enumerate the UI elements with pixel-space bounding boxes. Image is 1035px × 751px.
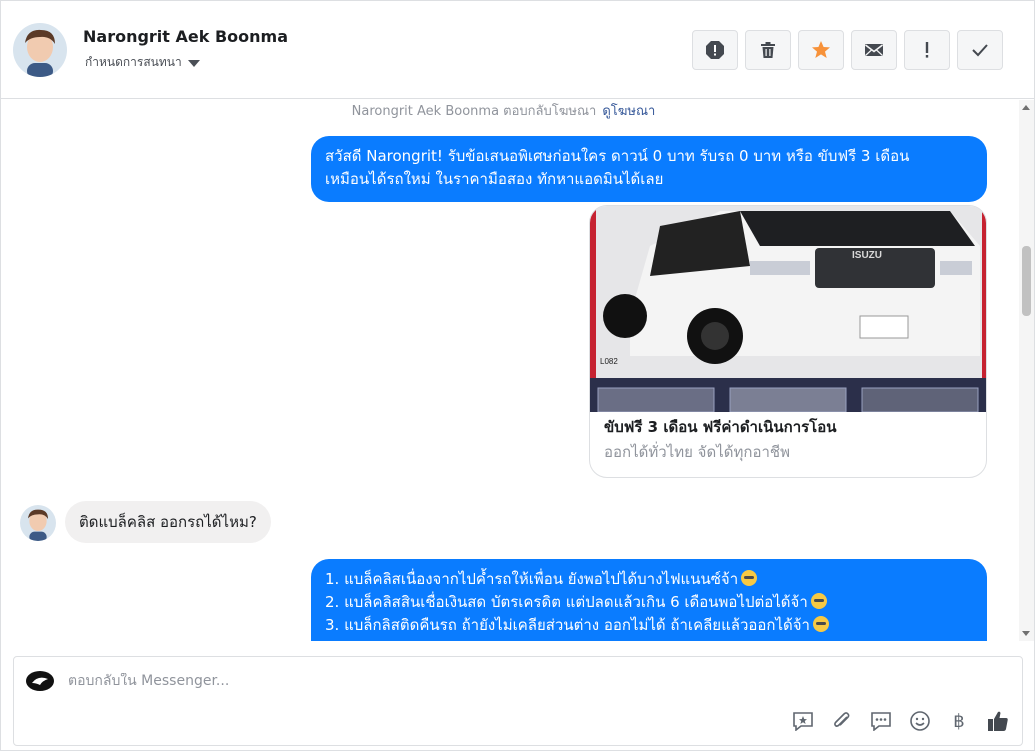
ad-card-image: ISUZU L082 [590,206,986,412]
message-line: สวัสดี Narongrit! รับข้อเสนอพิเศษก่อนใคร… [325,147,910,165]
image-watermark: L082 [600,357,618,366]
star-button[interactable] [798,30,844,70]
header-actions [692,30,1003,70]
message-line: 3. แบล็กลิสติดคืนรถ ถ้ายังไม่เคลียส่วนต่… [325,614,973,637]
messenger-conversation-panel: Narongrit Aek Boonma กำหนดการสนทนา Naron… [0,0,1035,751]
attachment-icon [834,712,850,727]
follow-up-button[interactable] [904,30,950,70]
payment-button[interactable]: ฿ [947,709,971,733]
delete-button[interactable] [745,30,791,70]
attach-button[interactable] [830,709,854,733]
mark-unread-button[interactable] [851,30,897,70]
baht-icon: ฿ [953,710,965,732]
car-brand-text: ISUZU [852,250,882,261]
exclamation-icon [925,42,929,58]
mark-done-button[interactable] [957,30,1003,70]
composer-tools: ฿ [791,709,1010,733]
message-line: 1. แบล็คลิสเนื่องจากไปค้ำรถให้เพื่อน ยัง… [325,568,973,591]
saved-reply-icon [793,712,813,731]
ad-card-title: ขับฟรี 3 เดือน ฟรีค่าดำเนินการโอน [604,418,837,436]
caret-down-icon [187,60,200,67]
scroll-down-arrow[interactable] [1022,631,1030,636]
star-icon [812,41,830,58]
like-icon [988,711,1008,731]
emoji-icon [812,616,829,632]
ad-card-subtitle: ออกได้ทั่วไทย จัดได้ทุกอาชีพ [604,443,790,461]
emoji-icon [741,570,758,586]
emoji-icon [810,593,827,609]
trash-icon [761,42,775,58]
report-icon [706,41,724,59]
view-ad-link[interactable]: ดูโฆษณา [602,104,655,119]
outgoing-message-2[interactable]: 1. แบล็คลิสเนื่องจากไปค้ำรถให้เพื่อน ยัง… [311,559,987,641]
assign-conversation-dropdown[interactable]: กำหนดการสนทนา [85,53,200,72]
saved-reply-button[interactable] [791,709,815,733]
outgoing-message-1[interactable]: สวัสดี Narongrit! รับข้อเสนอพิเศษก่อนใคร… [311,136,987,202]
quick-reply-button[interactable] [869,709,893,733]
emoji-button[interactable] [908,709,932,733]
reply-input[interactable] [68,673,768,689]
reply-composer: ฿ [13,656,1023,746]
report-button[interactable] [692,30,738,70]
conversation-header: Narongrit Aek Boonma กำหนดการสนทนา [1,1,1034,99]
chat-icon [871,712,891,731]
ad-reply-note: Narongrit Aek Boonma ตอบกลับโฆษณา ดูโฆษณา [1,100,1006,121]
like-button[interactable] [986,709,1010,733]
page-logo-icon [26,671,54,691]
incoming-message-1[interactable]: ติดแบล็คลิส ออกรถได้ไหม? [65,501,271,543]
ad-card[interactable]: ISUZU L082 ขับฟรี 3 เดือน ฟรีค่าดำเนินกา… [589,205,987,478]
thread-scrollbar[interactable] [1019,100,1034,641]
scroll-thumb[interactable] [1022,246,1031,316]
assign-label: กำหนดการสนทนา [85,55,182,69]
contact-name[interactable]: Narongrit Aek Boonma [83,27,288,46]
message-line: 2. แบล็คลิสสินเชื่อเงินสด บัตรเครดิต แต่… [325,591,973,614]
mail-icon [865,44,883,56]
emoji-picker-icon [910,711,930,731]
check-icon [972,44,988,57]
scroll-up-arrow[interactable] [1022,105,1030,110]
contact-avatar[interactable] [13,23,67,77]
message-thread[interactable]: Narongrit Aek Boonma ตอบกลับโฆษณา ดูโฆษณา… [1,100,1021,641]
contact-avatar-small [20,505,56,541]
message-line: เหมือนได้รถใหม่ ในราคามือสอง ทักหาแอดมิน… [325,170,664,188]
ad-reply-text: Narongrit Aek Boonma ตอบกลับโฆษณา [351,104,597,119]
